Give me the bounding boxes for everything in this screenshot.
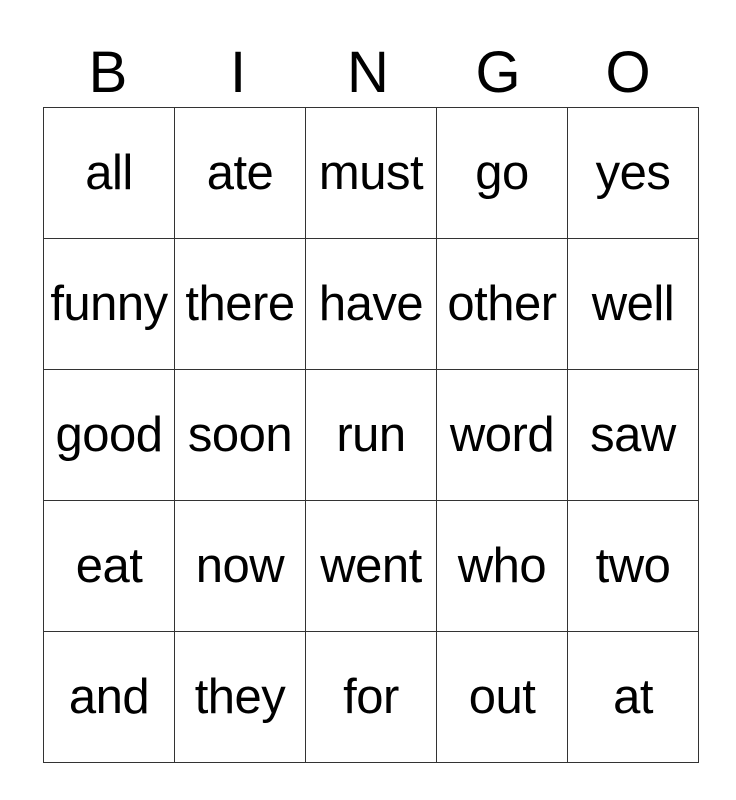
header-letter: O [605, 40, 651, 105]
card-cell: eat [43, 500, 175, 632]
card-cell: yes [567, 107, 699, 239]
card-cell: they [174, 631, 306, 763]
header-letter: I [229, 40, 247, 105]
card-row: and they for out at [43, 631, 699, 763]
card-cell: well [567, 238, 699, 370]
bingo-card: all ate must go yes funny there have oth… [43, 107, 699, 763]
card-row: all ate must go yes [43, 107, 699, 239]
card-cell: went [305, 500, 437, 632]
card-cell: good [43, 369, 175, 501]
card-cell: saw [567, 369, 699, 501]
card-cell: go [436, 107, 568, 239]
card-cell: all [43, 107, 175, 239]
card-cell: who [436, 500, 568, 632]
card-cell: word [436, 369, 568, 501]
card-cell: two [567, 500, 699, 632]
card-row: good soon run word saw [43, 369, 699, 501]
card-row: eat now went who two [43, 500, 699, 632]
header-letter: N [347, 40, 389, 105]
card-cell: out [436, 631, 568, 763]
header-letter: G [475, 40, 521, 105]
card-cell: must [305, 107, 437, 239]
card-cell: for [305, 631, 437, 763]
header-letter: B [88, 40, 128, 105]
card-cell: funny [43, 238, 175, 370]
card-cell: other [436, 238, 568, 370]
card-cell: soon [174, 369, 306, 501]
card-cell: have [305, 238, 437, 370]
card-row: funny there have other well [43, 238, 699, 370]
card-cell: run [305, 369, 437, 501]
card-cell: ate [174, 107, 306, 239]
card-cell: now [174, 500, 306, 632]
card-cell: and [43, 631, 175, 763]
bingo-header: B I N G O [43, 40, 693, 106]
card-cell: at [567, 631, 699, 763]
card-cell: there [174, 238, 306, 370]
